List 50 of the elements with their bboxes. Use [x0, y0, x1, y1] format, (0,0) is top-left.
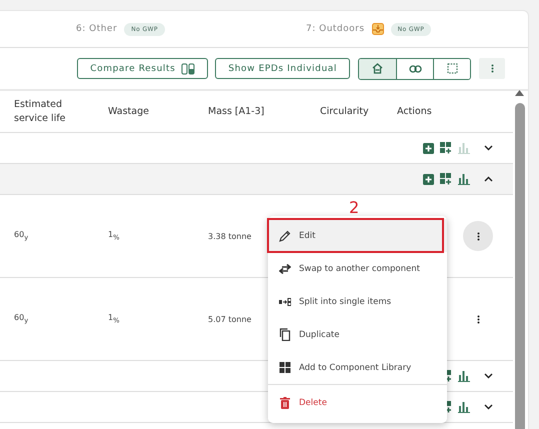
- service-life-cell-text: 60$_{y}$: [14, 230, 30, 242]
- kebab-icon: [476, 232, 480, 240]
- bar-chart-icon[interactable]: [458, 370, 470, 382]
- menu-item[interactable]: Delete: [268, 386, 447, 419]
- category-tab[interactable]: 7: Outdoors: [306, 24, 365, 34]
- chevron-down-icon[interactable]: [484, 404, 493, 410]
- kebab-icon: [476, 314, 480, 324]
- toolbar-button[interactable]: Show EPDs Individual: [215, 58, 350, 79]
- menu-item[interactable]: Split into single items: [268, 285, 447, 318]
- service-life-cell-text: 60$_{y}$: [14, 313, 30, 325]
- chevron-down-icon[interactable]: [484, 373, 493, 379]
- column-header: Wastage: [108, 106, 150, 117]
- chevron-down-icon[interactable]: [484, 145, 493, 151]
- menu-item[interactable]: Edit: [268, 219, 447, 252]
- grid-icon: [279, 362, 291, 373]
- add-icon[interactable]: [423, 142, 434, 154]
- mass-cell-text: 3.38 tonne: [208, 232, 252, 240]
- compare-icon: [181, 62, 196, 74]
- grid-add-icon[interactable]: [440, 142, 452, 154]
- view-toggle[interactable]: [433, 58, 470, 78]
- bar-chart-icon[interactable]: [458, 401, 470, 413]
- house-icon: [372, 63, 383, 74]
- chevron-up-icon[interactable]: [484, 176, 493, 182]
- mass-cell-text: 5.07 tonne: [208, 314, 252, 324]
- copy-icon: [279, 328, 291, 341]
- toolbar-button[interactable]: Compare Results: [77, 58, 208, 79]
- column-header: Estimated service life: [14, 98, 67, 126]
- menu-item[interactable]: Add to Component Library: [268, 351, 447, 384]
- column-header: Mass [A1-3]: [208, 106, 266, 117]
- add-icon[interactable]: [423, 174, 434, 184]
- column-header: Actions: [397, 106, 432, 117]
- wastage-cell-text: 1$_{%}$: [108, 313, 120, 325]
- grid-add-icon[interactable]: [440, 173, 452, 185]
- pencil-icon: [279, 230, 291, 242]
- menu-item[interactable]: Duplicate: [268, 318, 447, 351]
- view-toggle[interactable]: [359, 58, 396, 78]
- menu-item[interactable]: Swap to another component: [268, 252, 447, 285]
- inbox-icon: [372, 23, 384, 35]
- category-tab[interactable]: 6: Other: [76, 24, 118, 34]
- kebab-icon: [490, 64, 494, 73]
- dashed-frame-icon: [446, 63, 458, 74]
- bar-chart-icon[interactable]: [458, 173, 470, 185]
- wastage-cell-text: 1$_{%}$: [108, 230, 120, 242]
- split-icon: [279, 298, 291, 306]
- link-icon: [408, 64, 422, 72]
- trash-icon: [279, 396, 291, 408]
- column-header: Circularity: [320, 106, 370, 117]
- swap-icon: [279, 264, 291, 274]
- scroll-up-icon[interactable]: [515, 90, 524, 96]
- annotation-number: 2: [349, 198, 360, 217]
